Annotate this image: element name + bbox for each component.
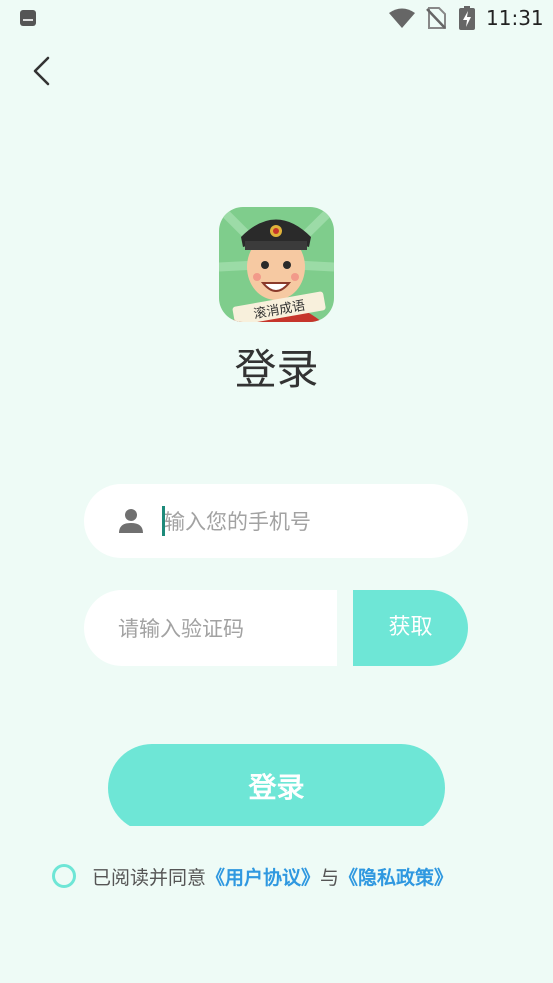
agreement-row: 已阅读并同意 《用户协议》 与 《隐私政策》 [52,862,453,890]
user-icon [119,509,143,533]
agreement-prefix: 已阅读并同意 [92,866,207,889]
user-agreement-link[interactable]: 《用户协议》 [206,863,320,890]
agreement-conjunction: 与 [320,866,340,889]
verification-code-input[interactable] [116,590,330,668]
wifi-icon [389,8,415,28]
no-sim-icon [426,7,446,29]
verification-code-field[interactable] [84,590,337,668]
get-code-button[interactable]: 获取 [353,590,468,666]
notification-app-icon [20,10,36,26]
back-icon[interactable] [24,52,62,90]
phone-field[interactable] [84,484,468,560]
login-button[interactable]: 登录 [108,744,445,832]
battery-charging-icon [459,6,475,30]
status-bar: 11:31 [0,0,553,36]
app-logo: 滚消成语 [219,207,334,322]
phone-input[interactable] [162,484,456,560]
agree-checkbox[interactable] [52,864,76,888]
status-time: 11:31 [486,6,544,30]
privacy-policy-link[interactable]: 《隐私政策》 [339,863,453,890]
page-title: 登录 [234,345,319,394]
